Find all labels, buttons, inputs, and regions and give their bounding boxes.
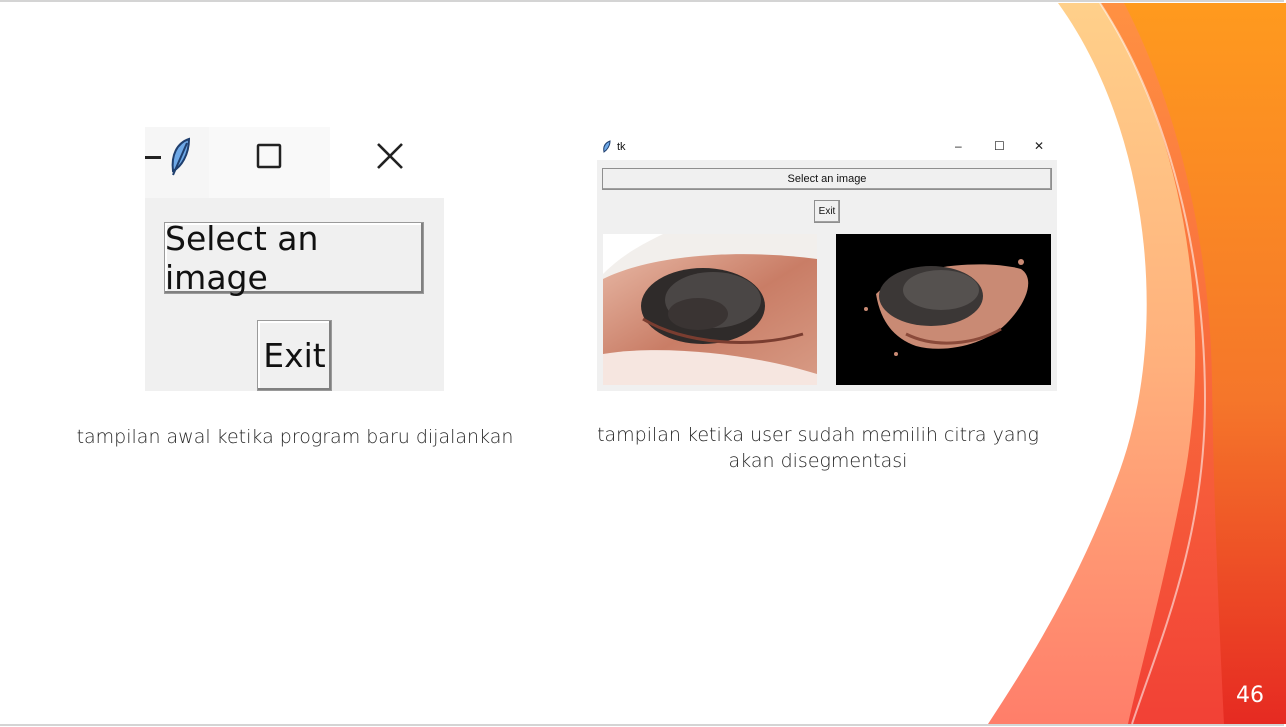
- original-image: [603, 234, 817, 385]
- segmented-image: [836, 234, 1051, 385]
- exit-button[interactable]: Exit: [814, 200, 840, 223]
- maximize-area[interactable]: [209, 127, 330, 198]
- minimize-area[interactable]: [145, 127, 209, 198]
- feather-icon: [171, 137, 191, 176]
- window-titlebar: [145, 127, 444, 198]
- initial-window-caption: tampilan awal ketika program baru dijala…: [76, 426, 514, 448]
- page-number: 46: [1236, 683, 1264, 708]
- initial-window-screenshot: Select an image Exit: [145, 127, 444, 391]
- caption-line-2: akan disegmentasi: [728, 450, 908, 472]
- minimize-icon[interactable]: [145, 156, 161, 159]
- close-icon[interactable]: [375, 141, 405, 171]
- select-image-button[interactable]: Select an image: [164, 219, 424, 297]
- maximize-icon[interactable]: ☐: [994, 139, 1005, 153]
- close-icon[interactable]: ✕: [1034, 139, 1044, 153]
- caption-line-1: tampilan ketika user sudah memilih citra…: [597, 424, 1039, 446]
- feather-icon: [603, 140, 611, 153]
- segmented-window-screenshot: tk – ☐ ✕ Select an image Exit: [597, 134, 1057, 391]
- maximize-icon[interactable]: [256, 143, 282, 169]
- exit-button[interactable]: Exit: [257, 320, 332, 391]
- window-titlebar: tk – ☐ ✕: [597, 134, 1057, 160]
- segmented-window-caption: tampilan ketika user sudah memilih citra…: [585, 422, 1051, 474]
- minimize-icon[interactable]: –: [955, 139, 962, 153]
- window-body: Select an image Exit: [145, 198, 444, 391]
- select-image-button[interactable]: Select an image: [602, 168, 1052, 190]
- window-title: tk: [617, 141, 626, 153]
